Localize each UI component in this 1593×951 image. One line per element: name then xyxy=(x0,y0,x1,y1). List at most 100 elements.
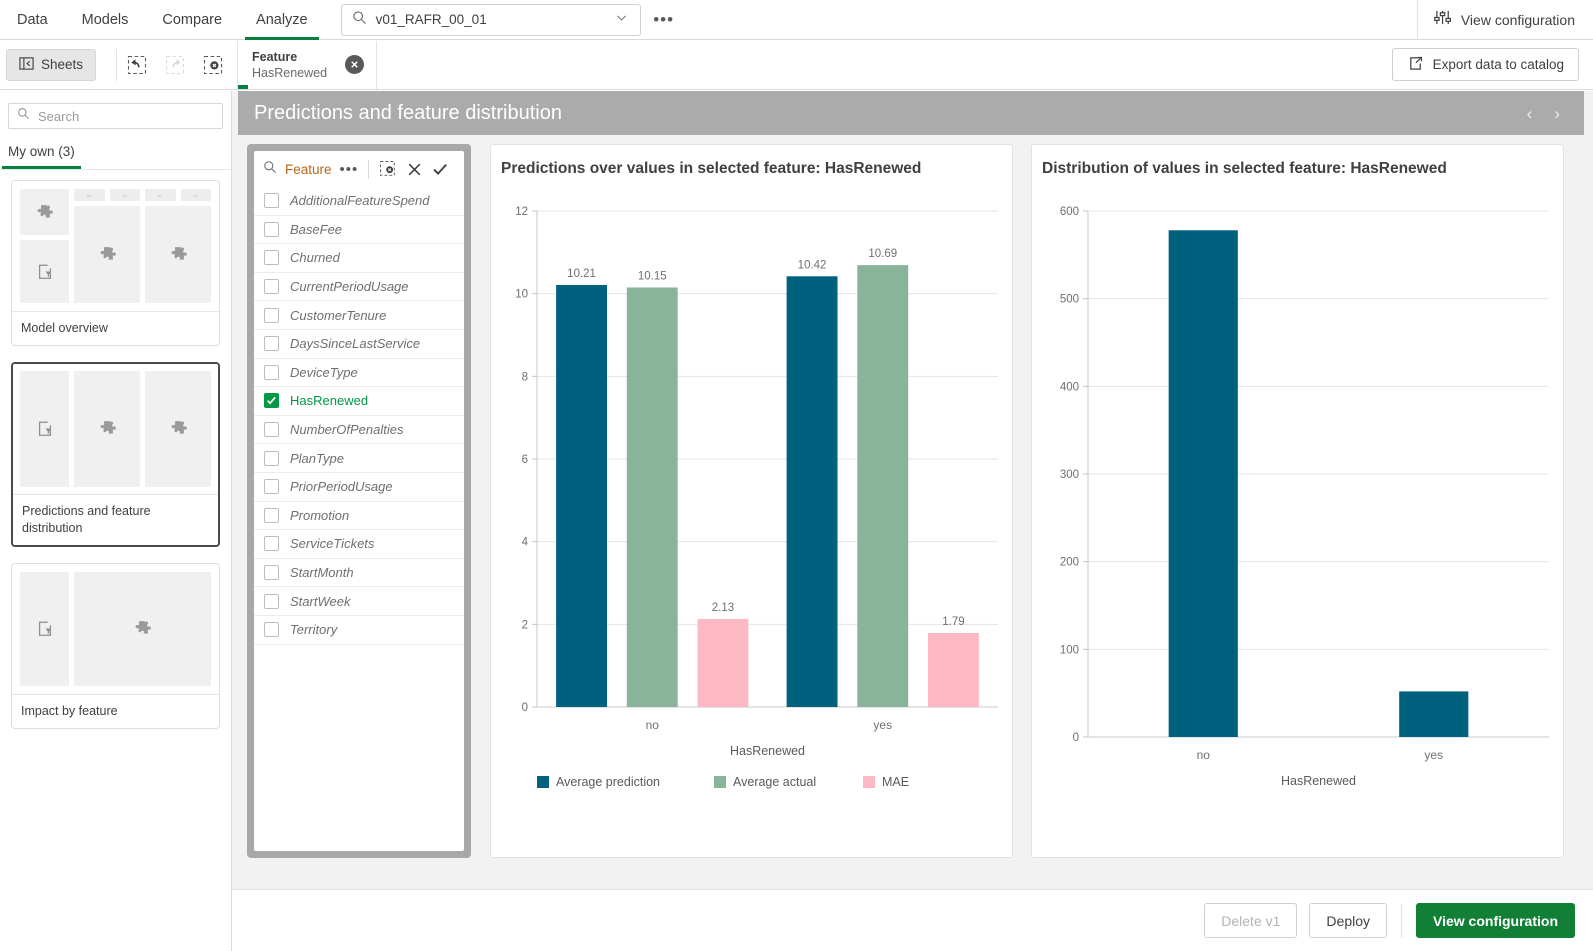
model-search-box[interactable]: v01_RAFR_00_01 xyxy=(340,3,641,36)
distribution-chart-area[interactable]: 0 100 200 300 400 500 600 no yes HasRenewed xyxy=(1032,189,1563,857)
bar[interactable] xyxy=(1168,230,1238,737)
checkbox-icon[interactable] xyxy=(264,479,279,495)
legend-label[interactable]: MAE xyxy=(882,775,909,789)
feature-list-item[interactable]: StartWeek xyxy=(254,587,464,616)
tab-my-own[interactable]: My own (3) xyxy=(2,144,81,169)
feature-list-item[interactable]: PriorPeriodUsage xyxy=(254,473,464,502)
x-axis-tick-label[interactable]: no xyxy=(646,718,660,732)
feature-list-item[interactable]: Promotion xyxy=(254,502,464,531)
filterpane-icon xyxy=(38,621,51,636)
feature-list-item-label: CustomerTenure xyxy=(290,307,387,323)
feature-list-item[interactable]: CurrentPeriodUsage xyxy=(254,273,464,302)
feature-list-item-label: NumberOfPenalties xyxy=(290,422,404,438)
checkbox-icon[interactable] xyxy=(264,279,279,295)
prev-sheet-icon[interactable]: ‹ xyxy=(1527,105,1533,122)
thumb-kpi-strip: #1 #1 xyxy=(74,189,140,201)
feature-list-item[interactable]: Churned xyxy=(254,244,464,273)
checkbox-icon[interactable] xyxy=(264,536,279,552)
feature-list-item[interactable]: BaseFee xyxy=(254,216,464,245)
checkbox-checked-icon[interactable] xyxy=(264,393,279,409)
distribution-chart-svg[interactable]: 0 100 200 300 400 500 600 no yes HasRenewed xyxy=(1032,189,1565,857)
nav-tab-compare-label: Compare xyxy=(162,11,223,28)
predictions-chart-svg[interactable]: 0 2 4 6 8 10 12 10.21 10.15 2.13 no 10.42 10.69 1.79 y… xyxy=(491,189,1014,857)
delete-version-button: Delete v1 xyxy=(1204,903,1298,938)
sheet-pager: ‹ › xyxy=(1527,105,1584,122)
bar[interactable] xyxy=(556,284,608,707)
sheets-toggle-button[interactable]: Sheets xyxy=(6,48,96,81)
view-configuration-button[interactable]: View configuration xyxy=(1416,903,1575,938)
nav-tab-compare[interactable]: Compare xyxy=(145,0,239,40)
feature-filter-list[interactable]: AdditionalFeatureSpend BaseFee Churned Curr… xyxy=(254,187,464,851)
checkbox-icon[interactable] xyxy=(264,193,279,209)
confirm-selection-icon[interactable] xyxy=(431,160,449,178)
checkbox-icon[interactable] xyxy=(264,221,279,237)
legend-label[interactable]: Average actual xyxy=(733,775,816,789)
checkbox-icon[interactable] xyxy=(264,507,279,523)
checkbox-icon[interactable] xyxy=(264,450,279,466)
bar[interactable] xyxy=(786,276,838,707)
checkbox-icon[interactable] xyxy=(264,336,279,352)
bar-value-label: 10.15 xyxy=(638,270,667,282)
nav-tab-models-label: Models xyxy=(81,11,129,28)
sheet-filter-tabs: My own (3) xyxy=(0,143,231,170)
bar[interactable] xyxy=(857,265,909,707)
model-more-options-button[interactable]: ••• xyxy=(651,7,677,33)
active-selection-chip[interactable]: Feature HasRenewed xyxy=(237,40,378,89)
feature-list-item[interactable]: PlanType xyxy=(254,444,464,473)
sheet-card-predictions-and-feature-distribution[interactable]: Predictions and feature distribution xyxy=(11,361,220,547)
cancel-selection-icon[interactable] xyxy=(406,161,423,178)
next-sheet-icon[interactable]: › xyxy=(1554,105,1560,122)
checkbox-icon[interactable] xyxy=(264,250,279,266)
feature-list-item[interactable]: HasRenewed xyxy=(254,387,464,416)
clear-selections-icon[interactable] xyxy=(379,160,398,179)
feature-list-item-label: PlanType xyxy=(290,450,344,466)
bar-value-label: 2.13 xyxy=(712,602,734,614)
view-configuration-top-button[interactable]: View configuration xyxy=(1416,0,1593,40)
bar[interactable] xyxy=(626,287,678,707)
predictions-chart-area[interactable]: 0 2 4 6 8 10 12 10.21 10.15 2.13 no 10.42 10.69 1.79 y… xyxy=(491,189,1012,857)
feature-list-item-label: DeviceType xyxy=(290,364,358,380)
y-axis-tick-label: 8 xyxy=(522,371,528,383)
checkbox-icon[interactable] xyxy=(264,422,279,438)
checkbox-icon[interactable] xyxy=(264,307,279,323)
export-data-to-catalog-button[interactable]: Export data to catalog xyxy=(1391,48,1579,81)
delete-version-label: Delete v1 xyxy=(1221,912,1281,929)
feature-list-item[interactable]: DeviceType xyxy=(254,359,464,388)
nav-tab-models[interactable]: Models xyxy=(65,0,146,40)
view-configuration-top-label: View configuration xyxy=(1460,11,1575,28)
y-axis-tick-label: 10 xyxy=(515,289,528,301)
sheet-card-impact-by-feature[interactable]: Impact by feature xyxy=(11,562,220,729)
checkbox-icon[interactable] xyxy=(264,622,279,638)
search-icon[interactable] xyxy=(263,160,277,179)
checkbox-icon[interactable] xyxy=(264,364,279,380)
x-axis-tick-label[interactable]: yes xyxy=(1424,748,1443,762)
more-dots-icon: ••• xyxy=(653,9,675,29)
feature-list-item-label: Churned xyxy=(290,250,340,266)
checkbox-icon[interactable] xyxy=(264,593,279,609)
feature-list-item[interactable]: DaysSinceLastService xyxy=(254,330,464,359)
bar[interactable] xyxy=(697,618,749,707)
nav-tab-analyze[interactable]: Analyze xyxy=(239,0,325,40)
legend-label[interactable]: Average prediction xyxy=(556,775,660,789)
bar[interactable] xyxy=(927,633,979,707)
checkbox-icon[interactable] xyxy=(264,565,279,581)
feature-list-item[interactable]: ServiceTickets xyxy=(254,530,464,559)
x-axis-tick-label[interactable]: yes xyxy=(873,718,892,732)
sheet-card-model-overview[interactable]: #1 #1 #1 #1 Model overview xyxy=(11,180,220,346)
clear-selections-icon[interactable] xyxy=(201,53,225,77)
active-selection-field: Feature xyxy=(252,49,298,64)
feature-list-item[interactable]: StartMonth xyxy=(254,559,464,588)
feature-list-item[interactable]: CustomerTenure xyxy=(254,301,464,330)
sheet-search-input[interactable]: Search xyxy=(8,103,223,129)
nav-tab-data[interactable]: Data xyxy=(0,0,65,40)
feature-filter-more-icon[interactable]: ••• xyxy=(340,161,359,178)
clear-selection-icon[interactable] xyxy=(345,55,365,74)
deploy-button[interactable]: Deploy xyxy=(1309,903,1388,938)
feature-list-item[interactable]: AdditionalFeatureSpend xyxy=(254,187,464,216)
feature-list-item[interactable]: Territory xyxy=(254,616,464,645)
bar[interactable] xyxy=(1399,691,1469,737)
x-axis-tick-label[interactable]: no xyxy=(1197,748,1211,762)
chevron-down-icon[interactable] xyxy=(615,11,628,29)
feature-list-item[interactable]: NumberOfPenalties xyxy=(254,416,464,445)
undo-icon[interactable] xyxy=(125,53,149,77)
